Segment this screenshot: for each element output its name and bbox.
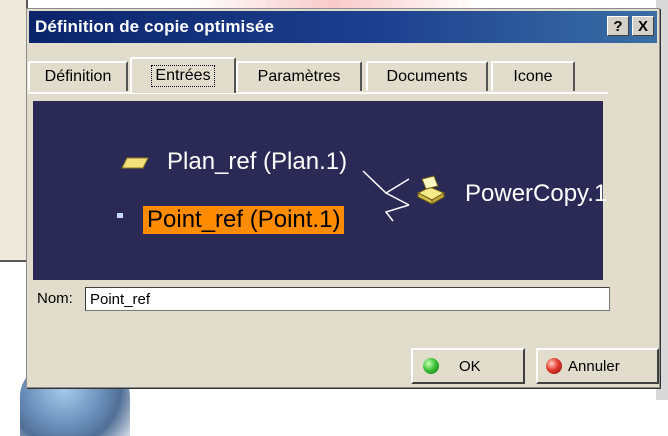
- name-input[interactable]: [85, 287, 610, 311]
- help-button[interactable]: ?: [607, 16, 629, 36]
- green-led-icon: [423, 358, 439, 374]
- tab-label: Icone: [513, 68, 553, 85]
- close-button[interactable]: X: [632, 16, 654, 36]
- tab-icone[interactable]: Icone: [491, 61, 575, 91]
- tab-label: Définition: [44, 68, 112, 85]
- tab-label: Documents: [386, 68, 468, 85]
- tab-documents[interactable]: Documents: [366, 61, 488, 91]
- tab-entrees[interactable]: Entrées: [130, 57, 236, 93]
- tab-bar: Définition Entrées Paramètres Documents …: [28, 57, 608, 93]
- tab-definition[interactable]: Définition: [28, 61, 128, 91]
- tab-label: Paramètres: [257, 68, 341, 85]
- tab-pane-border: [28, 92, 608, 94]
- red-led-icon: [546, 358, 562, 374]
- input-node-plan[interactable]: Plan_ref (Plan.1): [167, 148, 347, 176]
- plane-icon: [121, 157, 149, 169]
- dialog-title: Définition de copie optimisée: [35, 17, 275, 36]
- background-panel: [0, 0, 28, 262]
- cancel-label: Annuler: [568, 357, 620, 375]
- output-node-powercopy[interactable]: PowerCopy.1: [465, 180, 607, 208]
- inputs-graph-canvas[interactable]: Plan_ref (Plan.1) Point_ref (Point.1) Po…: [33, 101, 607, 280]
- name-row: Nom:: [35, 287, 610, 311]
- tab-parametres[interactable]: Paramètres: [236, 61, 362, 91]
- ok-button[interactable]: OK: [411, 348, 525, 384]
- cancel-button[interactable]: Annuler: [536, 348, 659, 384]
- tab-label: Entrées: [151, 65, 215, 87]
- powercopy-icon: [416, 175, 446, 205]
- dialog-titlebar[interactable]: Définition de copie optimisée ? X: [29, 11, 657, 43]
- ok-label: OK: [459, 357, 481, 375]
- name-label: Nom:: [37, 290, 73, 307]
- point-icon: [117, 213, 123, 218]
- input-node-point[interactable]: Point_ref (Point.1): [143, 206, 345, 234]
